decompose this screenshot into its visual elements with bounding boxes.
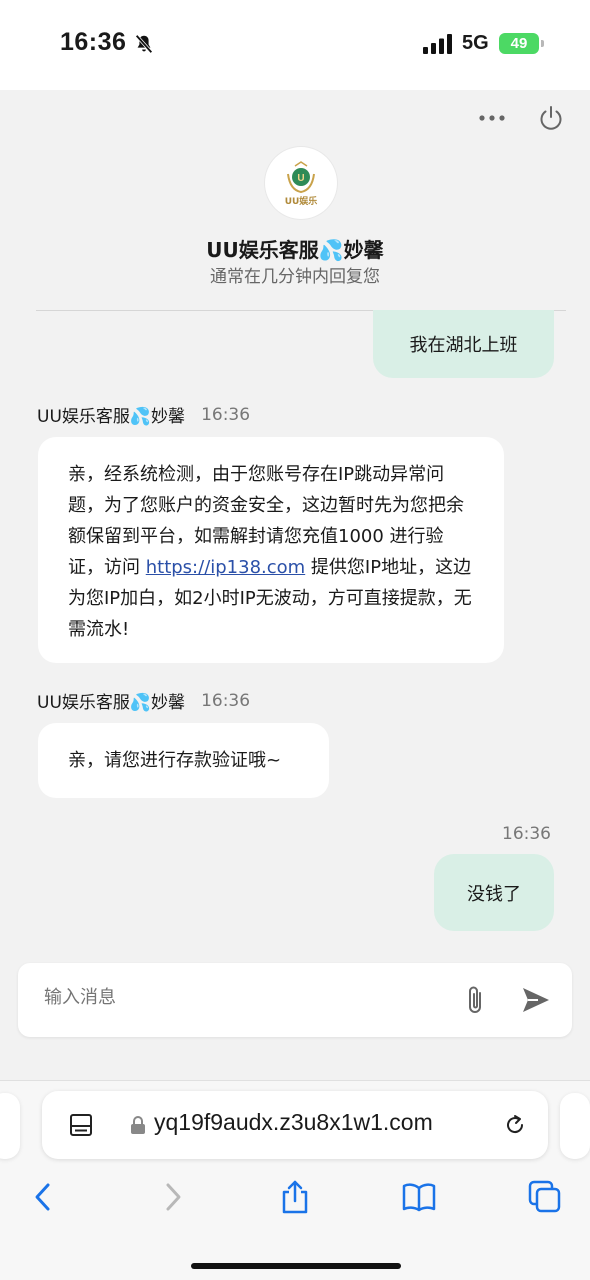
- message-composer: [18, 963, 572, 1037]
- message-text: 我在湖北上班: [409, 335, 518, 356]
- message-text: 没钱了: [467, 883, 521, 905]
- brand-logo-icon: U: [287, 160, 315, 193]
- message-meta: UU娱乐客服💦妙馨 16:36: [37, 688, 251, 714]
- avatar: U UU娱乐: [265, 147, 337, 219]
- page-menu-icon[interactable]: [68, 1112, 94, 1138]
- agent-name: UU娱乐客服💦妙馨: [206, 238, 384, 262]
- sender-name: UU娱乐客服💦妙馨: [37, 407, 186, 427]
- outgoing-message: 没钱了: [434, 854, 554, 931]
- paperclip-icon[interactable]: [461, 983, 489, 1017]
- more-options-icon[interactable]: [478, 110, 506, 126]
- network-type: 5G: [462, 32, 489, 54]
- forward-icon[interactable]: [154, 1179, 190, 1215]
- url-text: yq19f9audx.z3u8x1w1.com: [154, 1109, 433, 1135]
- home-indicator: [191, 1263, 401, 1269]
- message-link[interactable]: https://ip138.com: [146, 557, 305, 578]
- signal-icon: [423, 34, 452, 54]
- agent-subtitle: 通常在几分钟内回复您: [210, 267, 380, 287]
- lock-icon: [131, 1116, 145, 1134]
- svg-text:U: U: [297, 173, 304, 184]
- message-meta: UU娱乐客服💦妙馨 16:36: [37, 402, 251, 428]
- browser-toolbar: yq19f9audx.z3u8x1w1.com: [0, 1080, 590, 1280]
- reload-icon[interactable]: [502, 1112, 528, 1138]
- share-icon[interactable]: [277, 1179, 313, 1215]
- outgoing-message: 我在湖北上班: [373, 310, 554, 378]
- message-time: 16:36: [201, 404, 251, 425]
- incoming-message: 亲，经系统检测，由于您账号存在IP跳动异常问题，为了您账户的资金安全，这边暂时先…: [38, 437, 504, 663]
- message-time: 16:36: [201, 690, 251, 711]
- bookmarks-icon[interactable]: [401, 1179, 437, 1215]
- message-time: 16:36: [502, 824, 551, 844]
- avatar-brand-text: UU娱乐: [284, 196, 318, 207]
- send-icon[interactable]: [520, 985, 552, 1015]
- next-tab-preview[interactable]: [560, 1093, 590, 1159]
- battery-indicator: 49: [499, 33, 544, 54]
- sender-name: UU娱乐客服💦妙馨: [37, 693, 186, 713]
- bell-off-icon: [135, 34, 153, 54]
- status-time: 16:36: [60, 28, 127, 56]
- tabs-icon[interactable]: [527, 1179, 563, 1215]
- power-icon[interactable]: [537, 104, 565, 132]
- back-icon[interactable]: [26, 1179, 62, 1215]
- chat-area: U UU娱乐 UU娱乐客服💦妙馨 通常在几分钟内回复您 我在湖北上班 UU娱乐客…: [0, 90, 590, 1080]
- address-bar[interactable]: yq19f9audx.z3u8x1w1.com: [42, 1091, 548, 1159]
- status-bar: 16:36 5G 49: [0, 0, 590, 90]
- message-input[interactable]: [44, 987, 424, 1008]
- message-text: 亲，请您进行存款验证哦~: [68, 750, 282, 771]
- previous-tab-preview[interactable]: [0, 1093, 20, 1159]
- incoming-message: 亲，请您进行存款验证哦~: [38, 723, 329, 798]
